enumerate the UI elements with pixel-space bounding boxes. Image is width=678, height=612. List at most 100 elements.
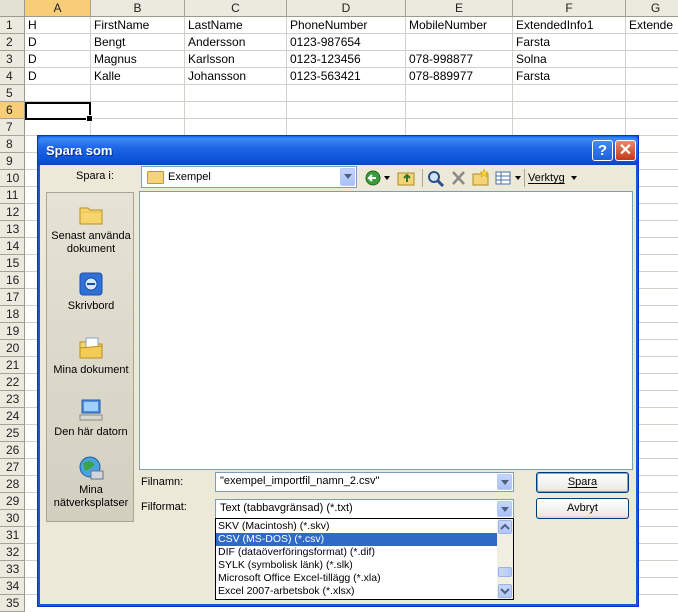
column-header-b[interactable]: B [91,0,185,17]
back-button[interactable] [364,167,392,189]
format-option[interactable]: SYLK (symbolisk länk) (*.slk) [216,559,500,572]
row-header[interactable]: 23 [0,391,25,408]
fileformat-select[interactable]: Text (tabbavgränsad) (*.txt) [215,499,514,519]
row-header[interactable]: 35 [0,595,25,612]
row-header[interactable]: 17 [0,289,25,306]
column-header-f[interactable]: F [513,0,626,17]
row-header[interactable]: 10 [0,170,25,187]
chevron-down-icon[interactable] [497,474,512,490]
new-folder-button[interactable] [471,167,491,189]
row-header[interactable]: 28 [0,476,25,493]
row-header[interactable]: 32 [0,544,25,561]
place-network-places[interactable]: Mina nätverksplatser [47,455,135,510]
chevron-down-icon[interactable] [497,501,512,517]
row-header[interactable]: 19 [0,323,25,340]
row-header[interactable]: 26 [0,442,25,459]
cell-e1[interactable]: MobileNumber [406,17,513,34]
cell-b2[interactable]: Bengt [91,34,185,51]
place-desktop[interactable]: Skrivbord [47,271,135,313]
column-header-d[interactable]: D [287,0,406,17]
cell-d2[interactable]: 0123-987654 [287,34,406,51]
row-header[interactable]: 18 [0,306,25,323]
row-header[interactable]: 25 [0,425,25,442]
views-button[interactable] [494,167,524,189]
row-header[interactable]: 31 [0,527,25,544]
column-header-a[interactable]: A [25,0,91,17]
search-web-button[interactable] [425,167,447,189]
row-header[interactable]: 4 [0,68,25,85]
row-header[interactable]: 13 [0,221,25,238]
filename-input[interactable]: "exempel_importfil_namn_2.csv" [215,472,514,492]
cell-f1[interactable]: ExtendedInfo1 [513,17,626,34]
row-header[interactable]: 12 [0,204,25,221]
row-header[interactable]: 6 [0,102,25,119]
cell-c2[interactable]: Andersson [185,34,287,51]
cell-c1[interactable]: LastName [185,17,287,34]
column-header-c[interactable]: C [185,0,287,17]
format-option[interactable]: Microsoft Office Excel-tillägg (*.xla) [216,572,500,585]
place-my-documents[interactable]: Mina dokument [47,335,135,377]
row-header[interactable]: 8 [0,136,25,153]
row-header[interactable]: 9 [0,153,25,170]
fileformat-dropdown-list[interactable]: SKV (Macintosh) (*.skv) CSV (MS-DOS) (*.… [215,518,514,600]
place-recent-documents[interactable]: Senast använda dokument [47,201,135,256]
format-option[interactable]: DIF (dataöverföringsformat) (*.dif) [216,546,500,559]
close-button[interactable]: ✕ [615,140,636,161]
save-in-combo[interactable]: Exempel [141,166,357,188]
cell-f2[interactable]: Farsta [513,34,626,51]
scroll-down-icon[interactable] [498,584,512,598]
cell-d1[interactable]: PhoneNumber [287,17,406,34]
delete-button[interactable] [449,167,469,189]
format-option-highlighted[interactable]: CSV (MS-DOS) (*.csv) [216,533,500,546]
dropdown-scrollbar[interactable] [497,519,513,599]
row-header[interactable]: 7 [0,119,25,136]
cell-e2[interactable] [406,34,513,51]
cell-f4[interactable]: Farsta [513,68,626,85]
column-header-e[interactable]: E [406,0,513,17]
row-header[interactable]: 16 [0,272,25,289]
save-button[interactable]: Spara [536,472,629,493]
row-header[interactable]: 2 [0,34,25,51]
place-my-computer[interactable]: Den här datorn [47,397,135,439]
row-header[interactable]: 33 [0,561,25,578]
cell-f3[interactable]: Solna [513,51,626,68]
row-header[interactable]: 3 [0,51,25,68]
scroll-up-icon[interactable] [498,520,512,534]
cell-b4[interactable]: Kalle [91,68,185,85]
row-header[interactable]: 24 [0,408,25,425]
row-header[interactable]: 14 [0,238,25,255]
cell-d3[interactable]: 0123-123456 [287,51,406,68]
dialog-titlebar[interactable]: Spara som ? ✕ [38,136,638,165]
row-header[interactable]: 29 [0,493,25,510]
cell-d4[interactable]: 0123-563421 [287,68,406,85]
row-header[interactable]: 34 [0,578,25,595]
cell-c4[interactable]: Johansson [185,68,287,85]
row-header[interactable]: 22 [0,374,25,391]
select-all-corner[interactable] [0,0,25,17]
format-option[interactable]: Excel 2007-arbetsbok (*.xlsx) [216,585,500,598]
cell-a2[interactable]: D [25,34,91,51]
cell-a1[interactable]: H [25,17,91,34]
file-list[interactable] [139,191,633,470]
row-header[interactable]: 20 [0,340,25,357]
help-button[interactable]: ? [592,140,613,161]
format-option[interactable]: SKV (Macintosh) (*.skv) [216,520,500,533]
row-header[interactable]: 5 [0,85,25,102]
tools-menu-button[interactable]: Verktyg [528,167,580,189]
cell-a4[interactable]: D [25,68,91,85]
row-header[interactable]: 1 [0,17,25,34]
row-header[interactable]: 11 [0,187,25,204]
row-header[interactable]: 27 [0,459,25,476]
cancel-button[interactable]: Avbryt [536,498,629,519]
column-header-g[interactable]: G [626,0,678,17]
row-header[interactable]: 21 [0,357,25,374]
scroll-thumb[interactable] [498,567,512,577]
active-cell-a6[interactable] [25,102,93,122]
cell-g1[interactable]: Extende [626,17,678,34]
cell-e4[interactable]: 078-889977 [406,68,513,85]
row-header[interactable]: 15 [0,255,25,272]
row-header[interactable]: 30 [0,510,25,527]
cell-b3[interactable]: Magnus [91,51,185,68]
cell-a3[interactable]: D [25,51,91,68]
cell-e3[interactable]: 078-998877 [406,51,513,68]
